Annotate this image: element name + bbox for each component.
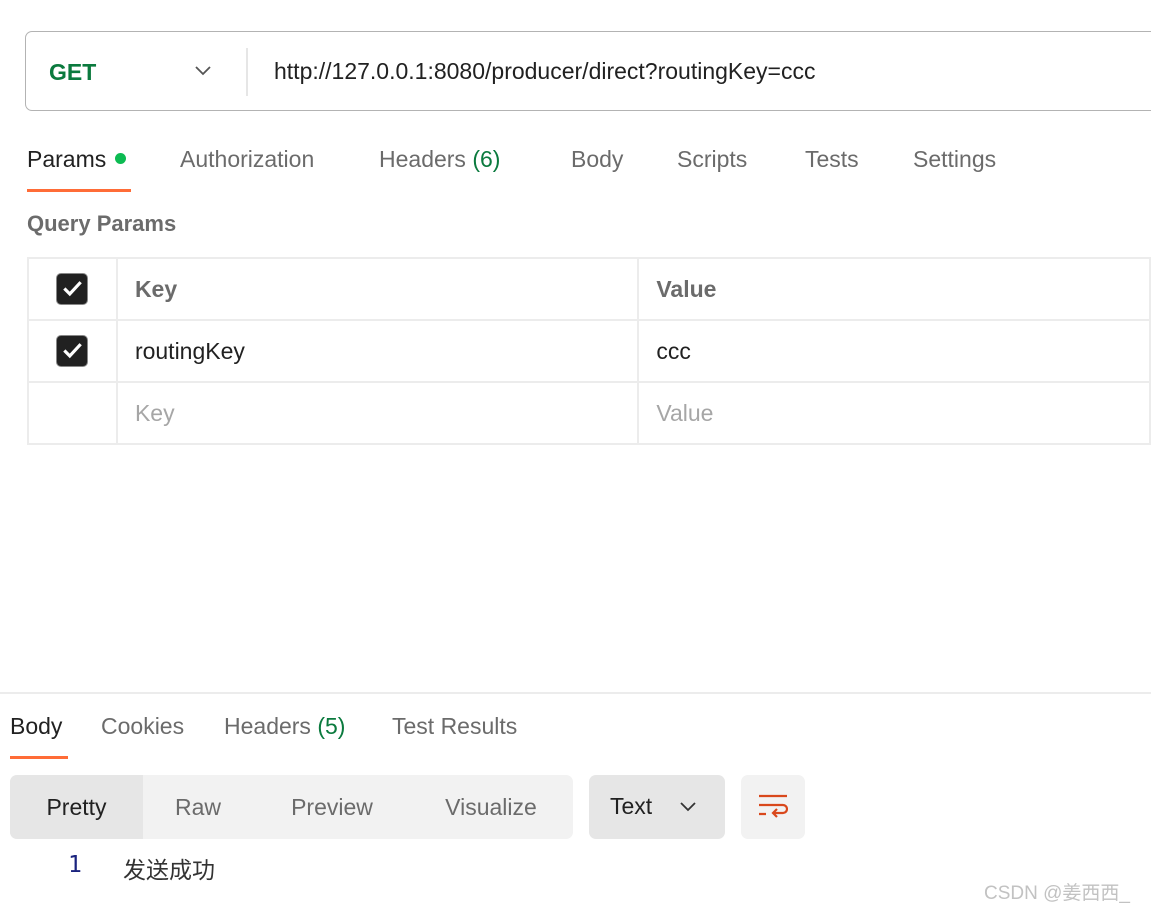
- response-tab-cookies[interactable]: Cookies: [101, 713, 184, 740]
- value-placeholder[interactable]: Value: [637, 381, 1151, 445]
- url-input[interactable]: http://127.0.0.1:8080/producer/direct?ro…: [274, 58, 816, 85]
- headers-count: (6): [472, 146, 501, 172]
- tab-scripts[interactable]: Scripts: [677, 146, 747, 173]
- active-tab-underline: [27, 189, 131, 192]
- key-placeholder[interactable]: Key: [115, 381, 640, 445]
- tab-tests[interactable]: Tests: [805, 146, 859, 173]
- line-number: 1: [68, 852, 82, 878]
- select-all-checkbox[interactable]: [56, 273, 89, 305]
- response-tab-headers[interactable]: Headers (5): [224, 713, 345, 740]
- chevron-down-icon[interactable]: [194, 62, 212, 80]
- tab-label: Headers: [379, 146, 466, 172]
- row-checkbox[interactable]: [56, 335, 89, 367]
- view-raw[interactable]: Raw: [143, 775, 253, 839]
- view-mode-group: Pretty Raw Preview Visualize: [10, 775, 573, 839]
- format-value: Text: [610, 793, 653, 819]
- method-select[interactable]: GET: [49, 59, 96, 86]
- param-key[interactable]: routingKey: [115, 319, 640, 383]
- response-tab-test-results[interactable]: Test Results: [392, 713, 517, 740]
- query-params-title: Query Params: [27, 211, 177, 236]
- wrap-lines-icon: [759, 794, 788, 818]
- url-bar: GET http://127.0.0.1:8080/producer/direc…: [25, 31, 1151, 111]
- tab-params[interactable]: Params: [27, 146, 127, 173]
- watermark: CSDN @姜西西_: [984, 883, 1130, 904]
- view-visualize[interactable]: Visualize: [426, 775, 556, 839]
- value-header: Value: [637, 257, 1151, 321]
- wrap-lines-button[interactable]: [741, 775, 805, 839]
- chevron-down-icon: [680, 802, 696, 812]
- divider: [246, 48, 248, 96]
- tab-body[interactable]: Body: [571, 146, 623, 173]
- tab-headers[interactable]: Headers (6): [379, 146, 500, 173]
- response-tab-body[interactable]: Body: [10, 713, 62, 740]
- view-pretty[interactable]: Pretty: [10, 775, 143, 839]
- param-value[interactable]: ccc: [637, 319, 1151, 383]
- pane-divider[interactable]: [0, 692, 1151, 694]
- key-header: Key: [115, 257, 640, 321]
- active-dot-icon: [115, 153, 127, 165]
- tab-label: Headers: [224, 713, 311, 739]
- view-preview[interactable]: Preview: [270, 775, 394, 839]
- headers-count: (5): [317, 713, 346, 739]
- table-row-empty: Key Value: [27, 381, 1151, 445]
- tab-authorization[interactable]: Authorization: [180, 146, 314, 173]
- table-header-row: Key Value: [27, 257, 1151, 321]
- table-row: routingKey ccc: [27, 319, 1151, 383]
- tab-label: Params: [27, 146, 107, 172]
- query-params-table: Key Value routingKey ccc Key Value: [27, 257, 1151, 445]
- active-response-tab-underline: [10, 756, 68, 759]
- tab-settings[interactable]: Settings: [913, 146, 996, 173]
- response-body-line: 发送成功: [123, 857, 215, 883]
- format-select[interactable]: Text: [589, 775, 725, 839]
